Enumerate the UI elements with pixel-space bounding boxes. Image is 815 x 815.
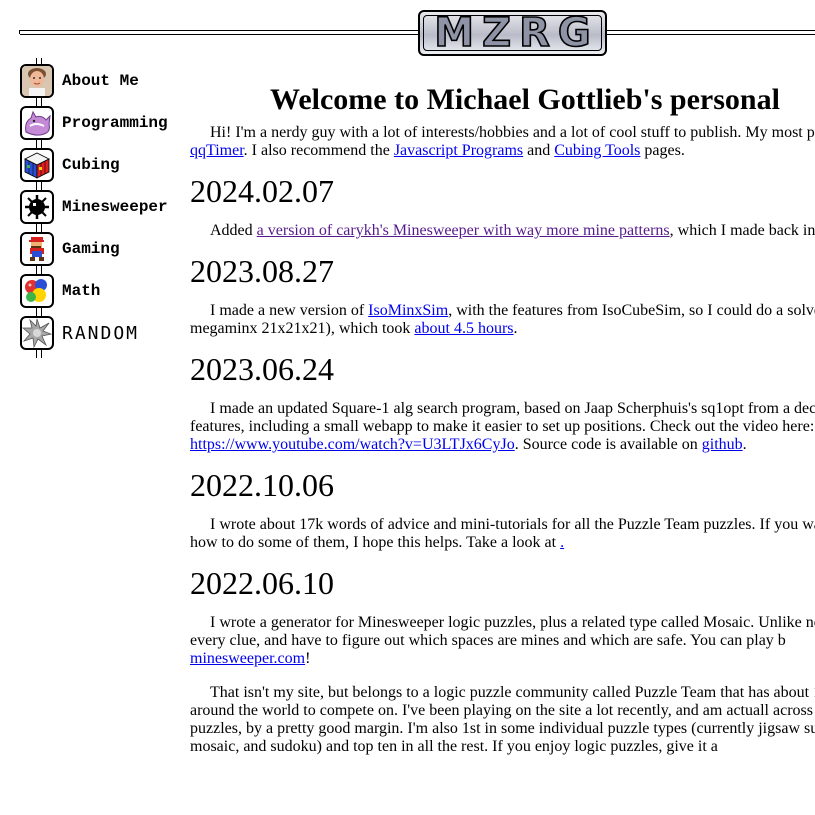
nav-label: Math [62,282,101,300]
header-rail [607,30,815,31]
minesweeper-patterns-link[interactable]: a version of carykh's Minesweeper with w… [257,222,670,239]
header-banner: MZRG [0,0,815,60]
github-link[interactable]: github [702,436,743,453]
nav-item-math[interactable]: Math [20,272,100,310]
rubiks-cube-icon [20,148,54,182]
post-body: I wrote a generator for Minesweeper logi… [190,614,815,667]
nav-label: About Me [62,72,139,90]
post-date: 2023.08.27 [190,253,334,289]
intro-paragraph: Hi! I'm a nerdy guy with a lot of intere… [190,124,815,159]
minesweeper-site-link[interactable]: minesweeper.com [190,650,305,667]
starburst-icon [20,316,54,350]
nav-label: Programming [62,114,168,132]
nav-item-programming[interactable]: Programming [20,104,168,142]
portrait-icon [20,64,54,98]
post-date: 2023.06.24 [190,351,334,387]
balloons-icon [20,274,54,308]
page-title: Welcome to Michael Gottlieb's personal [270,83,780,116]
post-date: 2022.10.06 [190,467,334,503]
javascript-programs-link[interactable]: Javascript Programs [394,142,523,159]
mario-icon [20,232,54,266]
site-logo[interactable]: MZRG [418,10,607,56]
main-content: Welcome to Michael Gottlieb's personal H… [190,68,815,815]
nav-label: Minesweeper [62,198,168,216]
logo-text: MZRG [433,10,599,56]
header-rail [20,34,418,35]
header-rail [607,34,815,35]
nav-item-random[interactable]: RANDOM [20,314,139,352]
nav-item-gaming[interactable]: Gaming [20,230,120,268]
nav-label: Gaming [62,240,120,258]
nav-label: RANDOM [62,322,140,344]
post-body: I wrote about 17k words of advice and mi… [190,516,815,551]
post-date: 2022.06.10 [190,565,334,601]
header-rail [20,30,418,31]
cubing-tools-link[interactable]: Cubing Tools [554,142,640,159]
post-body: Added a version of carykh's Minesweeper … [210,222,815,239]
post-body: That isn't my site, but belongs to a log… [190,684,815,755]
nav-label: Cubing [62,156,120,174]
youtube-link[interactable]: https://www.youtube.com/watch?v=U3LTJx6C… [190,436,515,453]
mine-icon [20,190,54,224]
post-body: I made an updated Square-1 alg search pr… [190,400,815,453]
nav-item-minesweeper[interactable]: Minesweeper [20,188,168,226]
logo-frame: MZRG [423,10,602,56]
solve-video-link[interactable]: about 4.5 hours [414,320,513,337]
nav-item-about-me[interactable]: About Me [20,62,139,100]
isominxsim-link[interactable]: IsoMinxSim [368,302,448,319]
nav-item-cubing[interactable]: Cubing [20,146,120,184]
cat-icon [20,106,54,140]
post-body: I made a new version of IsoMinxSim, with… [190,302,815,337]
post-date: 2024.02.07 [190,173,334,209]
qqtimer-link[interactable]: qqTimer [190,142,244,159]
tutorials-link[interactable]: . [560,534,564,551]
